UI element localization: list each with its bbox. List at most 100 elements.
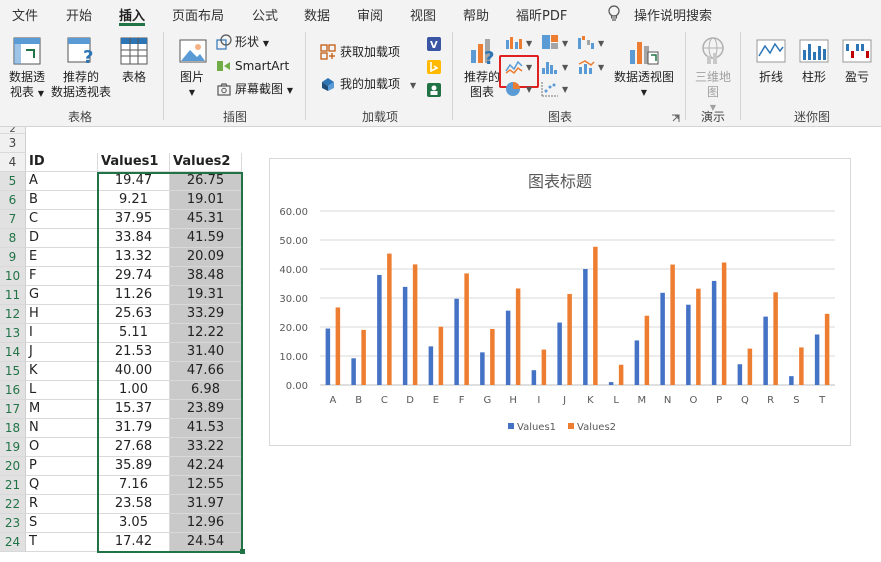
cell-values2[interactable]: 31.97 bbox=[170, 495, 242, 514]
cell-values1[interactable]: 25.63 bbox=[98, 305, 170, 324]
bar-values2-e[interactable] bbox=[438, 326, 444, 385]
header-cell-values1[interactable]: Values1 bbox=[98, 153, 170, 172]
cell-values2[interactable]: 12.55 bbox=[170, 476, 242, 495]
tab-page-layout[interactable]: 页面布局 bbox=[172, 5, 224, 24]
row-header[interactable]: 24 bbox=[0, 533, 26, 552]
bar-values2-f[interactable] bbox=[464, 273, 469, 385]
cell-id[interactable]: J bbox=[26, 343, 98, 362]
sparkline-line-label[interactable]: 折线 bbox=[750, 70, 792, 85]
row-header[interactable]: 18 bbox=[0, 419, 26, 438]
row-header[interactable]: 20 bbox=[0, 457, 26, 476]
row-header[interactable]: 10 bbox=[0, 267, 26, 286]
row-header[interactable]: 19 bbox=[0, 438, 26, 457]
cell-values2[interactable]: 33.22 bbox=[170, 438, 242, 457]
visio-icon[interactable]: V bbox=[426, 36, 442, 52]
cell-id[interactable]: H bbox=[26, 305, 98, 324]
cell-values1[interactable]: 19.47 bbox=[98, 172, 170, 191]
row-header[interactable]: 17 bbox=[0, 400, 26, 419]
bar-values2-s[interactable] bbox=[799, 347, 804, 385]
line-chart-icon[interactable] bbox=[505, 59, 523, 75]
pivot-table-icon[interactable] bbox=[12, 36, 42, 66]
bar-values1-a[interactable] bbox=[325, 328, 331, 385]
dialog-launcher-icon[interactable] bbox=[671, 114, 680, 123]
cell-values1[interactable]: 23.58 bbox=[98, 495, 170, 514]
cell-values1[interactable]: 17.42 bbox=[98, 533, 170, 552]
waterfall-chart-icon[interactable] bbox=[577, 34, 595, 50]
combo-chart-icon[interactable] bbox=[577, 59, 595, 75]
bar-values1-o[interactable] bbox=[686, 304, 691, 385]
bar-values1-i[interactable] bbox=[531, 370, 537, 385]
cell-values2[interactable]: 24.54 bbox=[170, 533, 242, 552]
get-addins-icon[interactable] bbox=[320, 44, 336, 60]
cell-values2[interactable]: 12.22 bbox=[170, 324, 242, 343]
row-header[interactable]: 23 bbox=[0, 514, 26, 533]
chart-area[interactable]: 图表标题 A B C D E F G H I J K L M N O P Q R S T 0.00 10.00 20.00… bbox=[269, 158, 851, 446]
cell-values1[interactable]: 3.05 bbox=[98, 514, 170, 533]
bar-values1-e[interactable] bbox=[428, 346, 434, 385]
cell-values1[interactable]: 29.74 bbox=[98, 267, 170, 286]
shapes-label[interactable]: 形状 ▼ bbox=[235, 35, 269, 51]
legend-label[interactable]: Values2 bbox=[577, 422, 616, 433]
bar-values2-b[interactable] bbox=[361, 329, 366, 385]
hierarchy-chart-icon[interactable] bbox=[541, 34, 559, 50]
sparkline-winloss-label[interactable]: 盈亏 bbox=[836, 70, 878, 85]
tab-insert[interactable]: 插入 bbox=[119, 5, 145, 24]
cell-values1[interactable]: 27.68 bbox=[98, 438, 170, 457]
bar-values1-f[interactable] bbox=[454, 298, 459, 385]
chart-title[interactable]: 图表标题 bbox=[528, 172, 592, 191]
bar-values2-l[interactable] bbox=[618, 364, 624, 385]
cell-values2[interactable]: 33.29 bbox=[170, 305, 242, 324]
row-header[interactable]: 7 bbox=[0, 210, 26, 229]
bar-values2-t[interactable] bbox=[824, 313, 830, 385]
bar-values2-k[interactable] bbox=[593, 246, 598, 385]
bar-values2-o[interactable] bbox=[696, 288, 701, 385]
bing-maps-icon[interactable] bbox=[426, 59, 442, 75]
sparkline-winloss-icon[interactable] bbox=[842, 38, 872, 66]
bar-values2-a[interactable] bbox=[335, 307, 341, 385]
cell-values2[interactable]: 23.89 bbox=[170, 400, 242, 419]
cell-values1[interactable]: 21.53 bbox=[98, 343, 170, 362]
row-header[interactable]: 11 bbox=[0, 286, 26, 305]
waterfall-chart-dropdown-icon[interactable]: ▼ bbox=[598, 39, 604, 48]
row-header[interactable]: 12 bbox=[0, 305, 26, 324]
pivot-chart-icon[interactable] bbox=[626, 36, 660, 68]
tab-data[interactable]: 数据 bbox=[304, 5, 330, 24]
pivot-chart-label[interactable]: 数据透视图 ▼ bbox=[610, 70, 678, 100]
table-icon[interactable] bbox=[120, 36, 148, 66]
bar-values1-h[interactable] bbox=[505, 310, 511, 385]
bar-values1-q[interactable] bbox=[737, 364, 743, 385]
bar-values1-g[interactable] bbox=[480, 352, 485, 385]
header-cell-values2[interactable]: Values2 bbox=[170, 153, 242, 172]
pie-chart-icon[interactable] bbox=[505, 81, 523, 97]
bar-values2-c[interactable] bbox=[387, 253, 392, 385]
pictures-label[interactable]: 图片 ▼ bbox=[170, 70, 214, 100]
tab-help[interactable]: 帮助 bbox=[463, 5, 489, 24]
bar-values2-p[interactable] bbox=[721, 262, 727, 385]
cell-values2[interactable]: 47.66 bbox=[170, 362, 242, 381]
statistic-chart-dropdown-icon[interactable]: ▼ bbox=[562, 63, 568, 72]
cell-values1[interactable]: 7.16 bbox=[98, 476, 170, 495]
bar-values1-j[interactable] bbox=[557, 322, 562, 385]
bar-values1-b[interactable] bbox=[351, 358, 356, 385]
my-addins-label[interactable]: 我的加载项 bbox=[340, 77, 400, 92]
hierarchy-chart-dropdown-icon[interactable]: ▼ bbox=[562, 39, 568, 48]
scatter-chart-icon[interactable] bbox=[541, 81, 559, 97]
pivot-table-label[interactable]: 数据透 视表 ▼ bbox=[6, 70, 48, 101]
my-addins-dropdown-icon[interactable]: ▼ bbox=[410, 81, 416, 90]
bar-values1-m[interactable] bbox=[634, 340, 640, 385]
cell-values2[interactable]: 6.98 bbox=[170, 381, 242, 400]
shapes-icon[interactable] bbox=[216, 34, 232, 50]
cell-id[interactable]: M bbox=[26, 400, 98, 419]
row-header[interactable]: 9 bbox=[0, 248, 26, 267]
bar-values1-s[interactable] bbox=[789, 376, 794, 385]
cell-values2[interactable]: 45.31 bbox=[170, 210, 242, 229]
fill-handle[interactable] bbox=[240, 549, 245, 554]
row-header[interactable]: 15 bbox=[0, 362, 26, 381]
screenshot-icon[interactable] bbox=[216, 81, 232, 97]
bar-values2-g[interactable] bbox=[490, 329, 495, 385]
bar-values1-t[interactable] bbox=[814, 334, 820, 385]
cell-id[interactable]: Q bbox=[26, 476, 98, 495]
cell-id[interactable]: G bbox=[26, 286, 98, 305]
smartart-icon[interactable] bbox=[216, 58, 232, 74]
row-header[interactable]: 2 bbox=[0, 127, 26, 134]
